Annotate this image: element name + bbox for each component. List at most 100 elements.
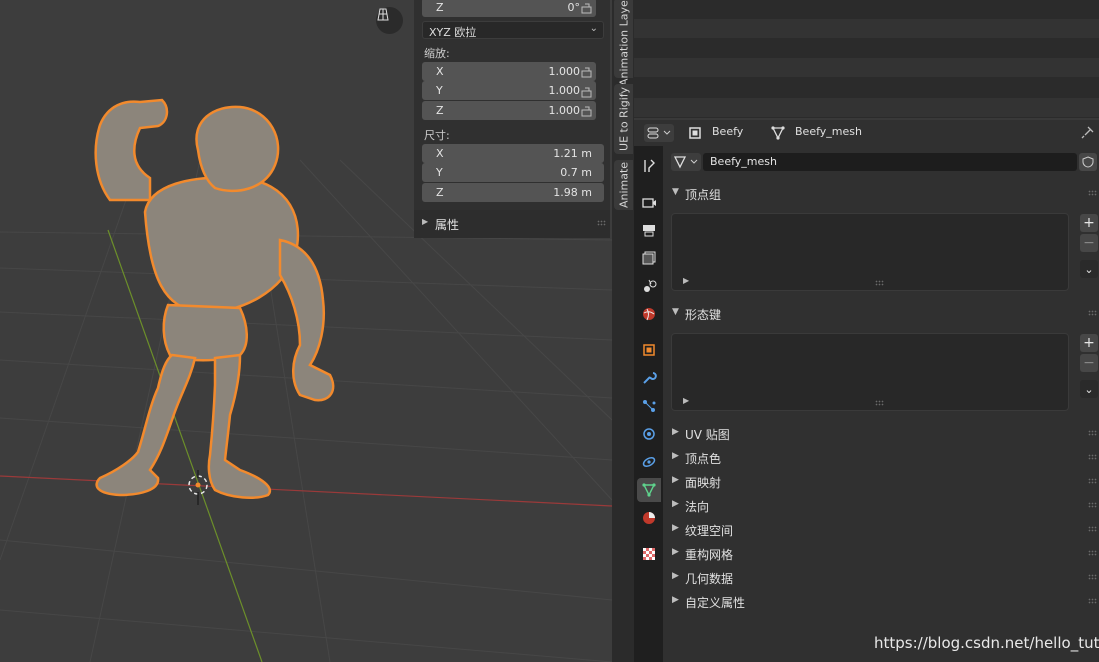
world-icon bbox=[643, 308, 655, 321]
drag-grip-icon[interactable] bbox=[597, 220, 606, 226]
tool-tab[interactable] bbox=[637, 154, 661, 178]
physics-tab[interactable] bbox=[637, 422, 661, 446]
remove-vertex-group-button[interactable]: − bbox=[1080, 234, 1098, 252]
render-icon bbox=[642, 198, 656, 208]
expanded-triangle-icon: ▼ bbox=[672, 307, 679, 317]
collapsed-triangle-icon: ▶ bbox=[672, 427, 679, 437]
shape-keys-list[interactable]: ▶ bbox=[671, 333, 1069, 411]
constraints-tab[interactable] bbox=[637, 450, 661, 474]
drag-grip-icon[interactable] bbox=[1088, 454, 1097, 460]
panel-custom-properties[interactable]: ▶ 自定义属性 bbox=[663, 591, 1099, 613]
view-layer-icon bbox=[642, 251, 656, 265]
drag-grip-icon[interactable] bbox=[1088, 478, 1097, 484]
mesh-data-icon bbox=[673, 156, 698, 169]
panel-vertex-colors[interactable]: ▶ 顶点色 bbox=[663, 447, 1099, 469]
rotation-z-field[interactable]: Z 0° bbox=[422, 0, 596, 17]
particles-tab[interactable] bbox=[637, 394, 661, 418]
scale-y-field[interactable]: Y 1.000 bbox=[422, 81, 596, 100]
timeline-area[interactable] bbox=[634, 0, 1099, 118]
panel-normals[interactable]: ▶ 法向 bbox=[663, 495, 1099, 517]
expand-triangle-icon[interactable]: ▶ bbox=[683, 396, 689, 405]
resize-grip-icon[interactable] bbox=[875, 400, 884, 406]
constraints-icon bbox=[642, 456, 656, 468]
object-tab[interactable] bbox=[637, 338, 661, 362]
vertex-groups-list[interactable]: ▶ bbox=[671, 213, 1069, 291]
properties-header: Beefy Beefy_mesh bbox=[634, 120, 1099, 146]
drag-grip-icon[interactable] bbox=[1088, 430, 1097, 436]
scale-z-field[interactable]: Z 1.000 bbox=[422, 101, 596, 120]
panel-geometry-data[interactable]: ▶ 几何数据 bbox=[663, 567, 1099, 589]
modifier-tab[interactable] bbox=[637, 366, 661, 390]
tab-animate[interactable]: Animate bbox=[614, 160, 633, 210]
transform-panel: Z 0° XYZ 欧拉 ⌄ 缩放: X 1.000 Y 1.000 Z 1.00… bbox=[414, 0, 610, 210]
chevron-down-icon: ⌄ bbox=[1084, 262, 1094, 276]
properties-subpanel-header[interactable]: ▶ 属性 bbox=[414, 210, 610, 238]
dimensions-y-field[interactable]: Y 0.7 m bbox=[422, 163, 604, 182]
breadcrumb-mesh[interactable]: Beefy_mesh bbox=[795, 125, 862, 138]
lock-icon[interactable] bbox=[580, 2, 594, 14]
panel-vertex-groups[interactable]: ▼ 顶点组 bbox=[663, 183, 1099, 205]
fake-user-button[interactable] bbox=[1079, 153, 1097, 171]
drag-grip-icon[interactable] bbox=[1088, 550, 1097, 556]
render-tab[interactable] bbox=[637, 190, 661, 214]
panel-uv-maps[interactable]: ▶ UV 贴图 bbox=[663, 423, 1099, 445]
drag-grip-icon[interactable] bbox=[1088, 598, 1097, 604]
add-vertex-group-button[interactable]: + bbox=[1080, 214, 1098, 232]
lock-icon[interactable] bbox=[580, 105, 594, 117]
drag-grip-icon[interactable] bbox=[1088, 190, 1097, 196]
mesh-data-icon bbox=[771, 126, 785, 140]
rotation-mode-select[interactable]: XYZ 欧拉 ⌄ bbox=[422, 21, 604, 39]
panel-shape-keys[interactable]: ▼ 形态键 bbox=[663, 303, 1099, 325]
tab-ue-to-rigify[interactable]: UE to Rigify bbox=[614, 84, 633, 154]
drag-grip-icon[interactable] bbox=[1088, 526, 1097, 532]
editor-type-button[interactable] bbox=[644, 124, 674, 142]
properties-editor-icon bbox=[647, 127, 671, 139]
remove-shape-key-button[interactable]: − bbox=[1080, 354, 1098, 372]
panel-remesh[interactable]: ▶ 重构网格 bbox=[663, 543, 1099, 565]
timeline-track bbox=[634, 19, 1099, 38]
wrench-icon bbox=[643, 372, 657, 384]
collapsed-triangle-icon: ▶ bbox=[672, 475, 679, 485]
sidebar-tabs: Animation Layers UE to Rigify Animate bbox=[612, 0, 634, 662]
mesh-data-icon bbox=[642, 483, 656, 497]
output-tab[interactable] bbox=[637, 218, 661, 242]
breadcrumb-object[interactable]: Beefy bbox=[712, 125, 743, 138]
dimensions-x-field[interactable]: X 1.21 m bbox=[422, 144, 604, 163]
lock-icon[interactable] bbox=[580, 86, 594, 98]
lock-icon[interactable] bbox=[580, 66, 594, 78]
object-data-tab[interactable] bbox=[637, 478, 661, 502]
scale-x-field[interactable]: X 1.000 bbox=[422, 62, 596, 81]
world-tab[interactable] bbox=[637, 302, 661, 326]
panel-face-maps[interactable]: ▶ 面映射 bbox=[663, 471, 1099, 493]
grid-perspective-icon bbox=[377, 8, 389, 21]
material-tab[interactable] bbox=[637, 506, 661, 530]
dimensions-z-field[interactable]: Z 1.98 m bbox=[422, 183, 604, 202]
texture-tab[interactable] bbox=[637, 542, 661, 566]
drag-grip-icon[interactable] bbox=[1088, 310, 1097, 316]
collapsed-triangle-icon: ▶ bbox=[672, 499, 679, 509]
view-layer-tab[interactable] bbox=[637, 246, 661, 270]
material-icon bbox=[643, 512, 655, 524]
shield-icon bbox=[1082, 156, 1094, 168]
shape-key-specials-button[interactable]: ⌄ bbox=[1080, 380, 1098, 398]
expand-triangle-icon[interactable]: ▶ bbox=[683, 276, 689, 285]
drag-grip-icon[interactable] bbox=[1088, 574, 1097, 580]
expand-triangle-icon: ▶ bbox=[422, 217, 429, 226]
scene-tab[interactable] bbox=[637, 274, 661, 298]
properties-main: Beefy_mesh ▼ 顶点组 ▶ + − ⌄ ▼ 形态键 ▶ + − ⌄ ▶… bbox=[663, 146, 1099, 662]
resize-grip-icon[interactable] bbox=[875, 280, 884, 286]
vertex-group-specials-button[interactable]: ⌄ bbox=[1080, 260, 1098, 278]
timeline-track bbox=[634, 58, 1099, 77]
scale-label: 缩放: bbox=[424, 47, 450, 60]
mesh-name-field[interactable]: Beefy_mesh bbox=[703, 153, 1077, 171]
perspective-toggle-button[interactable] bbox=[376, 7, 403, 34]
drag-grip-icon[interactable] bbox=[1088, 502, 1097, 508]
add-shape-key-button[interactable]: + bbox=[1080, 334, 1098, 352]
scene-icon bbox=[644, 279, 657, 292]
mesh-browse-button[interactable] bbox=[671, 153, 701, 171]
tab-animation-layers[interactable]: Animation Layers bbox=[614, 0, 633, 86]
panel-texture-space[interactable]: ▶ 纹理空间 bbox=[663, 519, 1099, 541]
tool-icon bbox=[644, 159, 655, 172]
properties-tab-column bbox=[634, 146, 663, 662]
pin-icon[interactable] bbox=[1081, 125, 1095, 139]
